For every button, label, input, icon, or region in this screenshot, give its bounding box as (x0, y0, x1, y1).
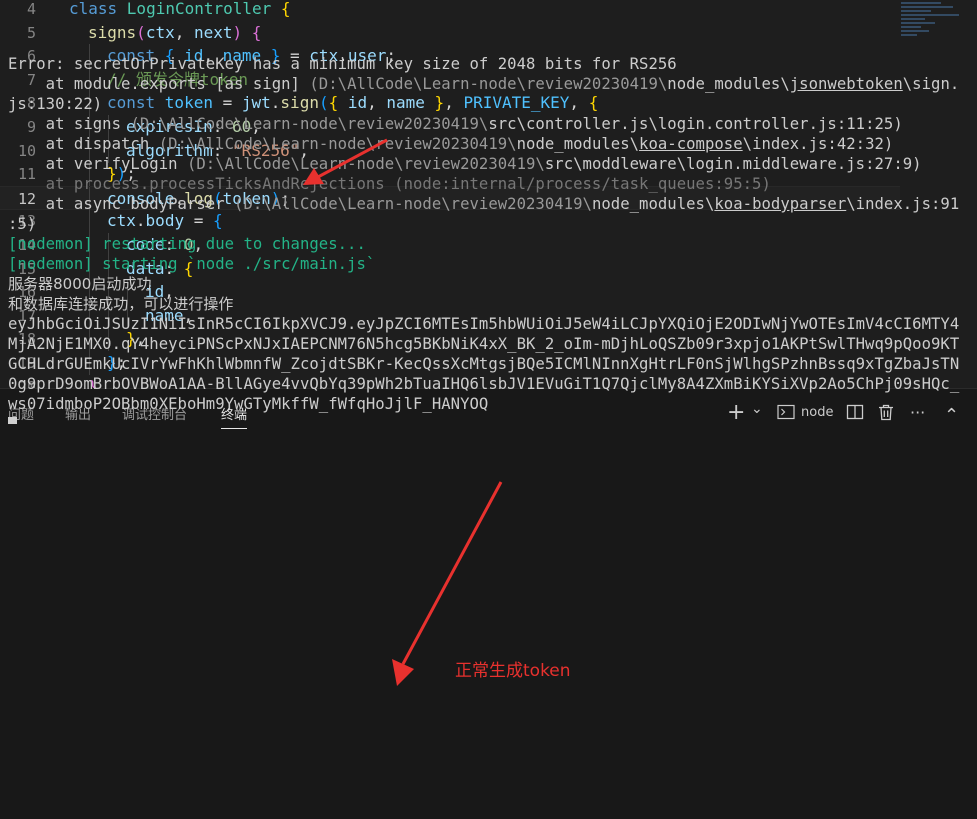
terminal-text: (D:\AllCode\Learn-node\review20230419\ (186, 155, 545, 173)
code-token: ( (136, 22, 146, 42)
minimap[interactable] (901, 2, 963, 62)
terminal-text: 和数据库连接成功，可以进行操作 (8, 295, 234, 313)
terminal-text: src\moddleware\login.middleware.js:27:9) (544, 155, 922, 173)
terminal-text: GCHLdrGUEmkUcIVrYwFhKhlWbmnfW_ZcojdtSBKr… (8, 355, 960, 373)
terminal-text: ws07idmboP2OBbm0XEboHm9YwGTyMkffW_fWfqHo… (8, 395, 489, 413)
terminal-line: Error: secretOrPrivateKey has a minimum … (8, 54, 973, 74)
terminal-text: \index.js:91 (846, 195, 960, 213)
code-line[interactable]: 4 class LoginController { (0, 0, 900, 21)
terminal-text: 服务器8000启动成功 (8, 275, 152, 293)
terminal-text: 0g9prD9omBrbOVBWoA1AA-BllAGye4vvQbYq39pW… (8, 375, 960, 393)
terminal-link[interactable]: koa-compose (639, 135, 743, 153)
terminal-text: node_modules\ (667, 75, 790, 93)
terminal-text: node_modules\ (591, 195, 715, 213)
code-text: class LoginController { (69, 0, 291, 21)
terminal-line: at process.processTicksAndRejections (no… (8, 174, 973, 194)
terminal-text: at verifyLogin (8, 155, 187, 173)
terminal-text: MjA2NjE1MX0.qY4heyciPNScPxNJxIAEPCNM76N5… (8, 335, 960, 353)
terminal-text: \index.js:42:32) (742, 135, 894, 153)
terminal-text: [nodemon] restarting due to changes... (8, 235, 366, 253)
code-token: ctx (145, 22, 175, 42)
terminal-link[interactable]: jsonwebtoken (790, 75, 903, 93)
code-token: LoginController (126, 0, 281, 18)
terminal-text: Error: secretOrPrivateKey has a minimum … (8, 55, 677, 73)
code-token: { (251, 22, 262, 42)
terminal-line: eyJhbGciOiJSUzI1NiIsInR5cCI6IkpXVCJ9.eyJ… (8, 314, 973, 334)
terminal-text: at async bodyParser (8, 195, 235, 213)
terminal-text: js:130:22) (8, 95, 103, 113)
terminal-text: at module.exports [as sign] (8, 75, 310, 93)
terminal-line: js:130:22) (8, 94, 973, 114)
terminal-text: eyJhbGciOiJSUzI1NiIsInR5cCI6IkpXVCJ9.eyJ… (8, 315, 960, 333)
terminal-line: at async bodyParser (D:\AllCode\Learn-no… (8, 194, 973, 214)
line-number: 4 (26, 0, 36, 18)
terminal-line: at signs (D:\AllCode\Learn-node\review20… (8, 114, 973, 134)
terminal-text: src\controller.js\login.controller.js:11… (488, 115, 903, 133)
terminal-text: at process.processTicksAndRejections (no… (8, 175, 771, 193)
terminal-line: GCHLdrGUEmkUcIVrYwFhKhlWbmnfW_ZcojdtSBKr… (8, 354, 973, 374)
terminal-line: at verifyLogin (D:\AllCode\Learn-node\re… (8, 154, 973, 174)
terminal-text: [nodemon] starting `node ./src/main.js` (8, 255, 376, 273)
bottom-panel: 问题 输出 调试控制台 终端 + ⌄ node ··· ⌃ (0, 388, 977, 819)
code-token: , (174, 22, 194, 42)
code-token: { (280, 0, 291, 18)
terminal-text: \sign. (902, 75, 960, 93)
code-token: signs (88, 22, 137, 42)
code-text: signs(ctx, next) { (88, 21, 261, 45)
terminal-text: (D:\AllCode\Learn-node\review20230419\ (234, 195, 592, 213)
terminal-output[interactable]: Error: secretOrPrivateKey has a minimum … (8, 54, 973, 424)
terminal-line: at dispatch (D:\AllCode\Learn-node\revie… (8, 134, 973, 154)
annotation-label: 正常生成token (455, 661, 571, 681)
terminal-line: MjA2NjE1MX0.qY4heyciPNScPxNJxIAEPCNM76N5… (8, 334, 973, 354)
terminal-line: at module.exports [as sign] (D:\AllCode\… (8, 74, 973, 94)
terminal-line: 服务器8000启动成功 (8, 274, 973, 294)
code-token: next (193, 22, 233, 42)
code-token: class (69, 0, 127, 18)
terminal-text: at signs (8, 115, 131, 133)
terminal-text: (D:\AllCode\Learn-node\review20230419\ (158, 135, 517, 153)
line-number: 5 (26, 23, 36, 42)
code-token: ) (232, 22, 243, 42)
terminal-line: 0g9prD9omBrbOVBWoA1AA-BllAGye4vvQbYq39pW… (8, 374, 973, 394)
terminal-text: node_modules\ (516, 135, 640, 153)
code-line[interactable]: 5 signs(ctx, next) { (0, 21, 900, 45)
terminal-line: [nodemon] restarting due to changes... (8, 234, 973, 254)
terminal-line: [nodemon] starting `node ./src/main.js` (8, 254, 973, 274)
terminal-line: ws07idmboP2OBbm0XEboHm9YwGTyMkffW_fWfqHo… (8, 394, 973, 414)
terminal-cursor (8, 417, 17, 424)
terminal-text: :5) (8, 215, 37, 233)
terminal-line: :5) (8, 214, 973, 234)
terminal-text: at dispatch (8, 135, 159, 153)
terminal-text: (D:\AllCode\Learn-node\review20230419\ (130, 115, 489, 133)
terminal-link[interactable]: koa-bodyparser (714, 195, 846, 213)
terminal-line: 和数据库连接成功，可以进行操作 (8, 294, 973, 314)
terminal-text: (D:\AllCode\Learn-node\review20230419\ (309, 75, 668, 93)
